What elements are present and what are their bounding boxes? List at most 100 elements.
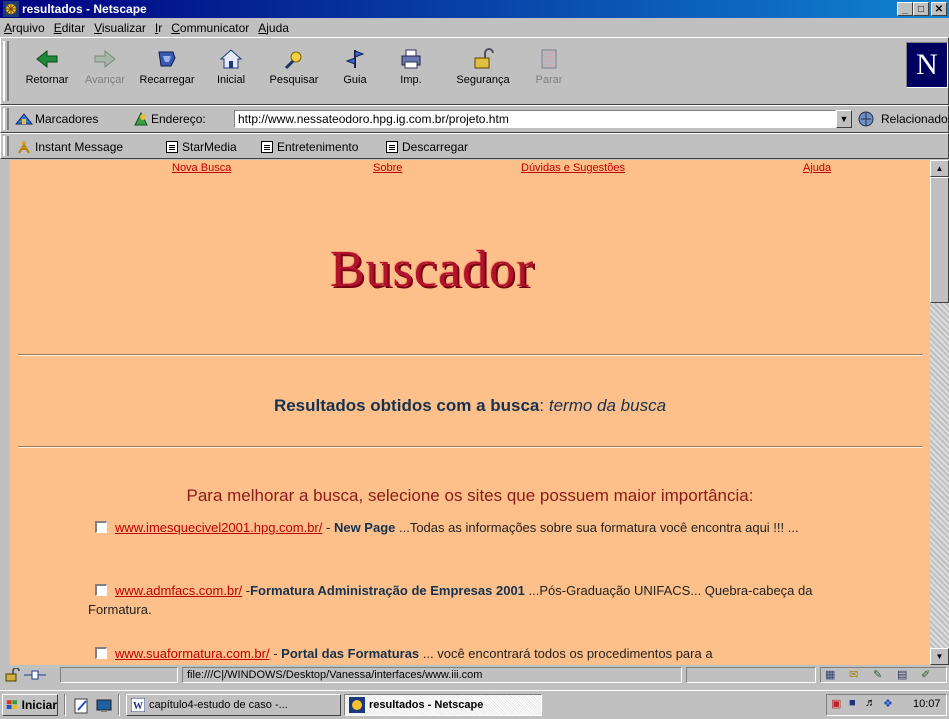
menu-editar[interactable]: Editar	[54, 21, 85, 35]
related-button[interactable]: Relacionados	[881, 112, 949, 126]
result-link[interactable]: www.imesquecivel2001.hpg.com.br/	[115, 520, 322, 535]
quicklaunch-edit-icon[interactable]	[74, 698, 90, 714]
bookmarks-button[interactable]: Marcadores	[35, 112, 98, 126]
url-dropdown-button[interactable]: ▼	[836, 110, 852, 128]
page-proxy-icon[interactable]	[133, 111, 149, 127]
task-netscape[interactable]: resultados - Netscape	[344, 694, 542, 716]
close-button[interactable]: ✕	[931, 2, 947, 16]
buscador-logo: Buscador	[330, 241, 535, 298]
composer-icon[interactable]: ▤	[897, 668, 907, 681]
link-duvidas-sugestoes[interactable]: Dúvidas e Sugestões	[521, 162, 625, 174]
link-sobre[interactable]: Sobre	[373, 162, 402, 174]
start-button[interactable]: Iniciar	[2, 694, 58, 716]
back-button[interactable]: Retornar	[17, 42, 77, 100]
mail-icon[interactable]: ✉	[849, 668, 858, 681]
print-button[interactable]: Imp.	[381, 42, 441, 100]
bookmark-page-icon	[386, 141, 398, 153]
task-label: resultados - Netscape	[369, 699, 484, 711]
search-button[interactable]: Pesquisar	[264, 42, 324, 100]
url-input[interactable]: http://www.nessateodoro.hpg.ig.com.br/pr…	[234, 110, 836, 128]
scroll-down-button[interactable]: ▼	[930, 648, 949, 665]
result-title: Portal das Formaturas	[281, 646, 420, 661]
results-heading: Resultados obtidos com a busca: termo da…	[10, 396, 930, 416]
guide-button[interactable]: Guia	[325, 42, 385, 100]
address-label: Endereço:	[151, 112, 206, 126]
stop-button[interactable]: Parar	[519, 42, 579, 100]
tray-network-icon[interactable]: ▣	[831, 697, 841, 710]
result-checkbox[interactable]	[95, 647, 107, 659]
link-ajuda[interactable]: Ajuda	[803, 162, 831, 174]
location-toolbar: Marcadores Endereço: http://www.nessateo…	[0, 105, 949, 133]
security-button[interactable]: Segurança	[453, 42, 513, 100]
guide-icon	[345, 50, 365, 68]
status-panel	[686, 667, 816, 683]
navigator-icon[interactable]: ▦	[825, 668, 835, 681]
home-button[interactable]: Inicial	[201, 42, 261, 100]
result-link[interactable]: www.suaformatura.com.br/	[115, 646, 270, 661]
vertical-scrollbar[interactable]: ▲ ▼	[930, 160, 949, 665]
reload-label: Recarregar	[139, 74, 195, 86]
maximize-button[interactable]: □	[913, 2, 929, 16]
forward-label: Avançar	[84, 74, 126, 86]
stop-icon	[541, 49, 557, 69]
menu-visualizar[interactable]: Visualizar	[94, 21, 146, 35]
security-lock-icon[interactable]	[4, 668, 20, 682]
result-description: ...Todas as informações sobre sua format…	[395, 520, 799, 535]
clock[interactable]: 10:07	[913, 698, 941, 710]
result-item: www.suaformatura.com.br/ - Portal das Fo…	[88, 644, 848, 663]
task-label: capítulo4-estudo de caso -...	[149, 699, 288, 711]
related-icon[interactable]	[858, 110, 878, 128]
netscape-app-icon	[3, 1, 19, 17]
personal-toolbar: Instant Message StarMedia Entretenimento…	[0, 133, 949, 159]
bookmark-page-icon	[261, 141, 273, 153]
security-label: Segurança	[456, 74, 510, 86]
minimize-button[interactable]: _	[897, 2, 913, 16]
divider	[18, 354, 923, 356]
result-description: ... você encontrará todos os procediment…	[419, 646, 713, 661]
instant-message-button[interactable]: Instant Message	[17, 140, 123, 154]
scroll-up-button[interactable]: ▲	[930, 160, 949, 177]
netscape-logo[interactable]: N	[906, 42, 948, 88]
link-nova-busca[interactable]: Nova Busca	[172, 162, 231, 174]
reload-button[interactable]: Recarregar	[137, 42, 197, 100]
toolbar-grip[interactable]	[3, 41, 9, 101]
home-label: Inicial	[216, 74, 246, 86]
result-checkbox[interactable]	[95, 521, 107, 533]
results-prefix: Resultados obtidos com a busca	[273, 396, 540, 415]
word-icon: W	[131, 698, 145, 712]
quicklaunch-desktop-icon[interactable]	[96, 698, 112, 714]
menu-arquivo[interactable]: Arquivo	[4, 21, 45, 35]
menu-communicator[interactable]: Communicator	[171, 21, 249, 35]
result-separator: -	[269, 646, 282, 661]
result-item: www.imesquecivel2001.hpg.com.br/ - New P…	[88, 518, 848, 537]
scroll-thumb[interactable]	[930, 177, 949, 303]
tray-app-icon[interactable]: ■	[849, 697, 856, 709]
volume-icon[interactable]: ♬	[865, 697, 876, 709]
title-bar[interactable]: resultados - Netscape _ □ ✕	[0, 0, 949, 18]
menu-ajuda[interactable]: Ajuda	[258, 21, 289, 35]
discussion-icon[interactable]: ✎	[873, 668, 882, 681]
menu-ir[interactable]: Ir	[155, 21, 162, 35]
toolbar-grip[interactable]	[3, 108, 9, 130]
task-word-document[interactable]: W capítulo4-estudo de caso -...	[126, 694, 341, 716]
toolbar-grip[interactable]	[3, 136, 9, 156]
result-checkbox[interactable]	[95, 584, 107, 596]
entretenimento-button[interactable]: Entretenimento	[261, 140, 358, 154]
guide-label: Guia	[343, 74, 367, 86]
tray-help-icon[interactable]: ❖	[883, 697, 893, 710]
bookmarks-icon[interactable]	[15, 110, 33, 128]
improve-search-heading: Para melhorar a busca, selecione os site…	[186, 486, 754, 505]
netscape-icon	[349, 697, 365, 713]
search-term: termo da busca	[548, 396, 667, 415]
forward-button[interactable]: Avançar	[75, 42, 135, 100]
progress-bar	[60, 667, 178, 683]
window-title: resultados - Netscape	[22, 2, 147, 16]
descarregar-button[interactable]: Descarregar	[386, 140, 468, 154]
back-arrow-icon	[36, 49, 58, 69]
result-link[interactable]: www.admfacs.com.br/	[115, 583, 242, 598]
result-separator: -	[322, 520, 334, 535]
editor-icon[interactable]: ✐	[921, 668, 930, 681]
result-title: New Page	[333, 520, 396, 535]
starmedia-button[interactable]: StarMedia	[166, 140, 237, 154]
lock-icon	[474, 48, 494, 69]
